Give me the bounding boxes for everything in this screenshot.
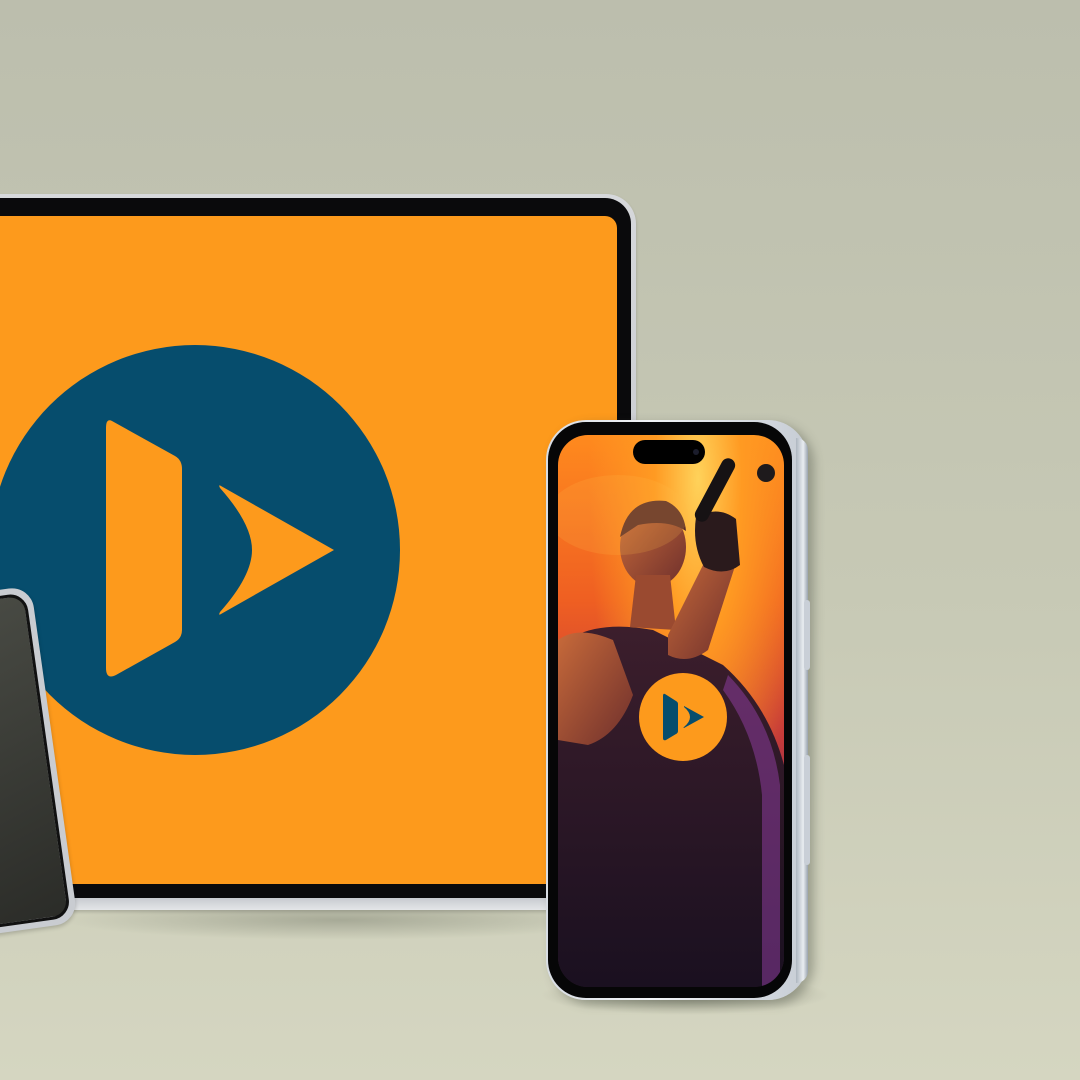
volume-button — [804, 600, 810, 670]
monitor-logo — [0, 345, 400, 755]
phone-screen — [558, 435, 784, 987]
smartphone — [546, 420, 810, 1000]
power-button — [804, 755, 810, 865]
desktop-monitor — [0, 194, 636, 910]
phone-side-frame — [796, 438, 808, 983]
device-mockup-scene — [0, 0, 1080, 1080]
phone-bezel — [548, 422, 792, 998]
phone-logo-badge — [639, 673, 727, 761]
monitor-chin — [0, 898, 636, 910]
logo-bar-shape — [106, 420, 182, 677]
monitor-bezel — [0, 198, 631, 900]
badge-circle — [639, 673, 727, 761]
dynamic-island — [633, 440, 705, 464]
front-camera — [693, 449, 699, 455]
monitor-screen — [0, 216, 617, 884]
logo-circle — [0, 345, 400, 755]
